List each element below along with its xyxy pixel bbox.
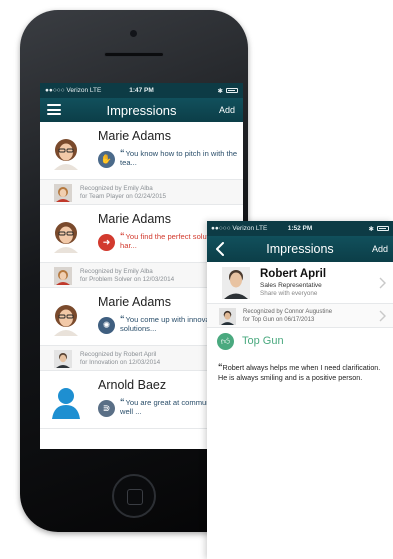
profile-row[interactable]: Robert April Sales Representative Share … — [207, 262, 393, 304]
recognition-row[interactable]: Recognized by Connor Augustine for Top G… — [207, 304, 393, 328]
recognizer-avatar — [219, 308, 236, 325]
person-name: Marie Adams — [98, 295, 171, 309]
page-title: Impressions — [106, 102, 177, 118]
handshake-icon: ✋ — [98, 151, 115, 168]
share-setting: Share with everyone — [260, 290, 318, 297]
profile-role: Sales Representative — [260, 282, 322, 289]
signal-icon: ⋑ — [98, 400, 115, 417]
recognition-row[interactable]: Recognized by Emily Alba for Team Player… — [40, 180, 243, 205]
status-bar: ●●○○○ Verizon LTE 1:47 PM ✱ — [40, 83, 243, 98]
recognized-for: for Team Player on 02/24/2015 — [80, 193, 166, 200]
nav-bar: Impressions Add — [207, 236, 393, 262]
award-name: Top Gun — [242, 335, 284, 347]
lightbulb-icon: ✺ — [98, 317, 115, 334]
recognized-for: for Problem Solver on 12/03/2014 — [80, 276, 175, 283]
chevron-right-icon — [379, 277, 386, 289]
battery-icon — [226, 88, 238, 93]
recognized-for: for Innovation on 12/03/2014 — [80, 359, 161, 366]
person-name: Marie Adams — [98, 129, 171, 143]
arrow-down-icon: ➜ — [98, 234, 115, 251]
recognized-by: Recognized by Robert April — [80, 351, 157, 358]
clock-label: 1:52 PM — [287, 225, 313, 232]
person-name: Arnold Baez — [98, 378, 167, 392]
impression-card[interactable]: Marie Adams ✋ “You know how to pitch in … — [40, 122, 243, 180]
impression-quote: “You know how to pitch in with the tea..… — [120, 148, 238, 168]
earpiece-speaker — [104, 52, 164, 57]
recognizer-avatar — [54, 184, 72, 202]
avatar — [54, 139, 78, 170]
recognized-by: Recognized by Connor Augustine — [243, 309, 333, 315]
avatar — [222, 267, 250, 299]
recognized-by: Recognized by Emily Alba — [80, 268, 153, 275]
add-button[interactable]: Add — [372, 244, 388, 254]
recognizer-avatar — [54, 350, 72, 368]
avatar — [54, 222, 78, 253]
recognizer-avatar — [54, 267, 72, 285]
person-name: Marie Adams — [98, 212, 171, 226]
add-button[interactable]: Add — [219, 105, 235, 115]
recognized-by: Recognized by Emily Alba — [80, 185, 153, 192]
clock-label: 1:47 PM — [129, 87, 154, 94]
profile-name: Robert April — [260, 268, 327, 280]
nav-bar: Impressions Add — [40, 98, 243, 122]
impression-detail-screen: ●●○○○ Verizon LTE 1:52 PM ✱ Impressions … — [207, 221, 393, 559]
battery-icon — [377, 226, 389, 231]
page-title: Impressions — [266, 242, 334, 256]
chevron-right-icon — [379, 310, 386, 322]
home-button[interactable] — [112, 474, 156, 518]
avatar — [52, 388, 80, 419]
front-camera — [130, 30, 137, 37]
award-header: 👍︎ Top Gun — [207, 328, 393, 354]
recognized-for: for Top Gun on 06/17/2013 — [243, 317, 315, 323]
avatar — [54, 305, 78, 336]
thumbs-up-icon: 👍︎ — [217, 333, 234, 350]
status-bar: ●●○○○ Verizon LTE 1:52 PM ✱ — [207, 221, 393, 236]
impression-message: “Robert always helps me when I need clar… — [218, 362, 381, 382]
